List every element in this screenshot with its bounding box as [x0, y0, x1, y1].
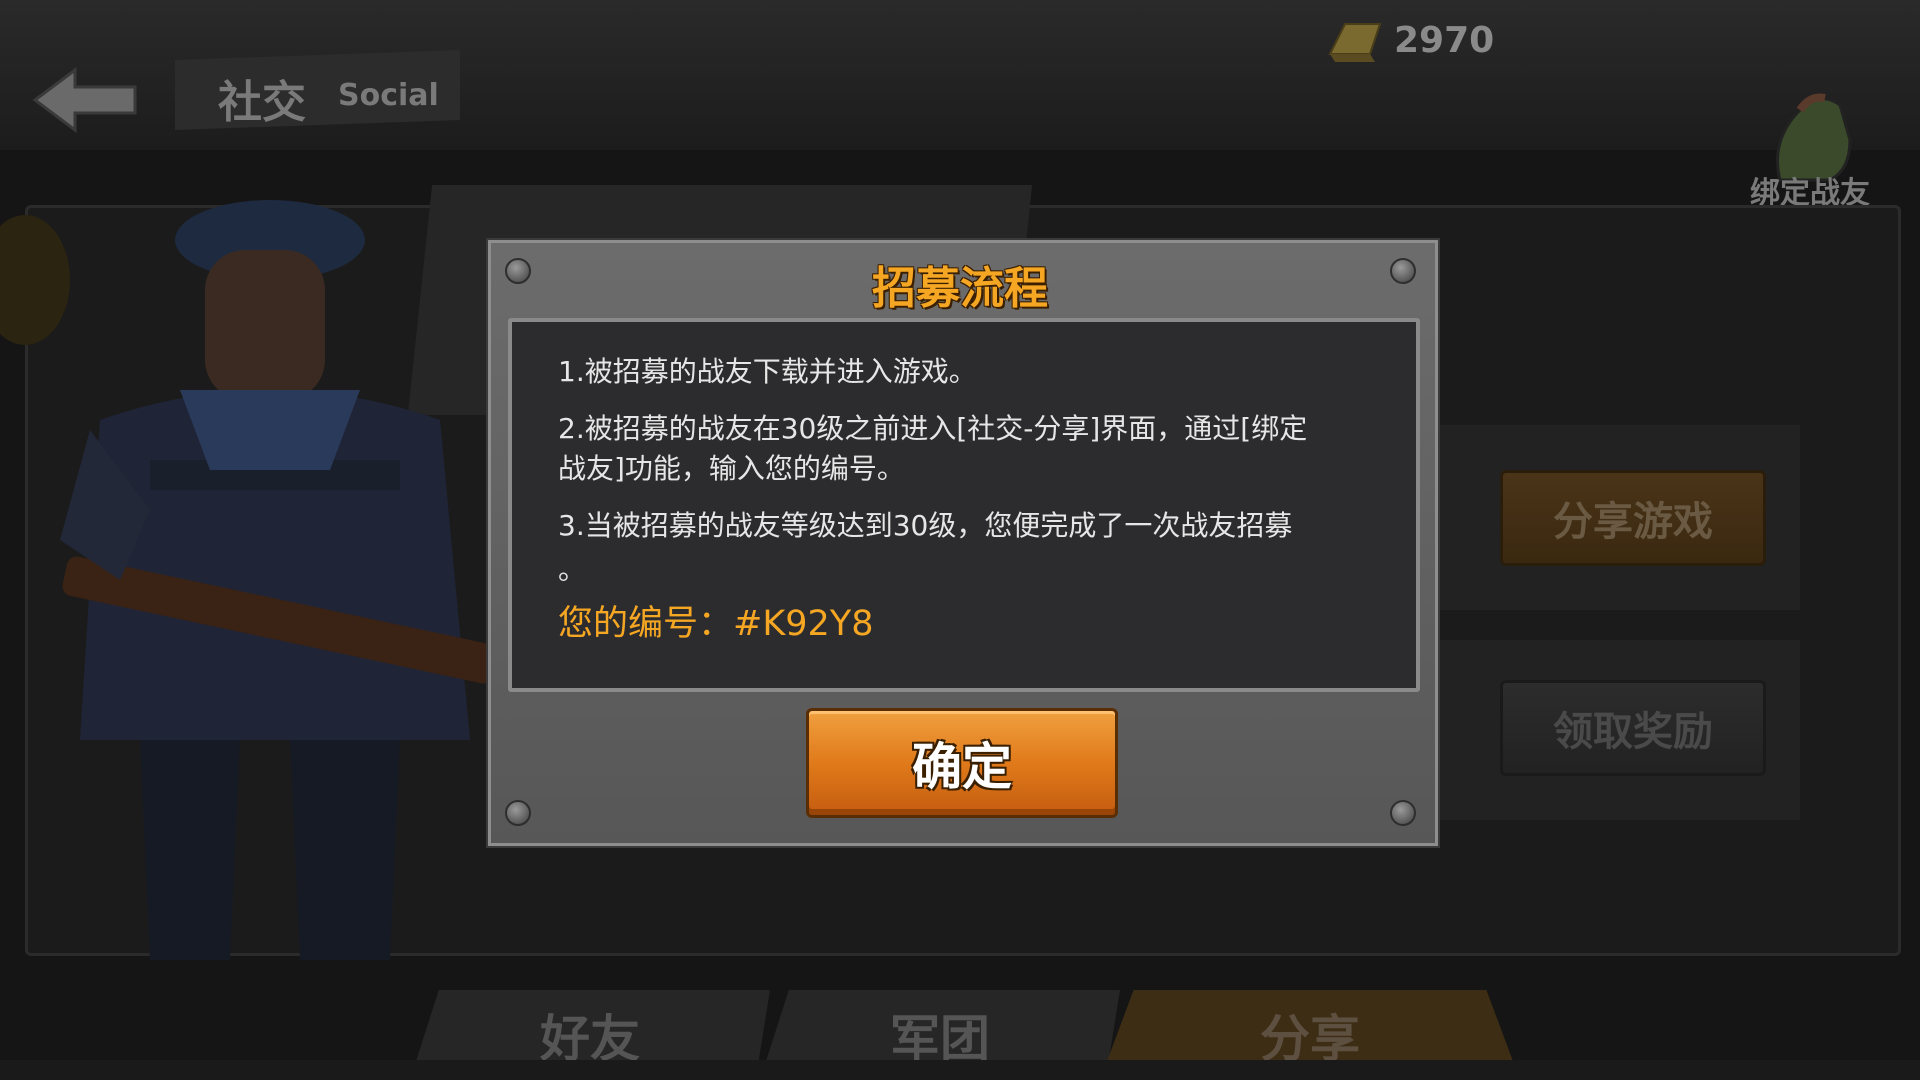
step-line-3b: 。 [558, 553, 587, 586]
bottom-strip [0, 1060, 1920, 1080]
gold-amount: 2970 [1394, 20, 1495, 61]
back-arrow-icon[interactable] [30, 65, 140, 135]
step-line-3: 3.当被招募的战友等级达到30级，您便完成了一次战友招募 [558, 509, 1293, 542]
step-line-2b: 战友]功能，输入您的编号。 [558, 452, 905, 485]
step-line-1: 1.被招募的战友下载并进入游戏。 [558, 355, 977, 388]
dialog-title: 招募流程 [872, 263, 1048, 314]
confirm-button[interactable]: 确定 [806, 708, 1118, 818]
recruit-code: 您的编号：#K92Y8 [558, 604, 874, 644]
claim-reward-button[interactable]: 领取奖励 [1500, 680, 1766, 776]
page-title-en: Social [338, 78, 439, 113]
step-line-2: 2.被招募的战友在30级之前进入[社交-分享]界面，通过[绑定 [558, 412, 1308, 445]
page-title: 社交 [218, 77, 306, 128]
bolt-icon [1390, 800, 1416, 826]
bolt-icon [505, 800, 531, 826]
share-game-button[interactable]: 分享游戏 [1500, 470, 1766, 566]
gold-bar-icon [1328, 23, 1382, 62]
